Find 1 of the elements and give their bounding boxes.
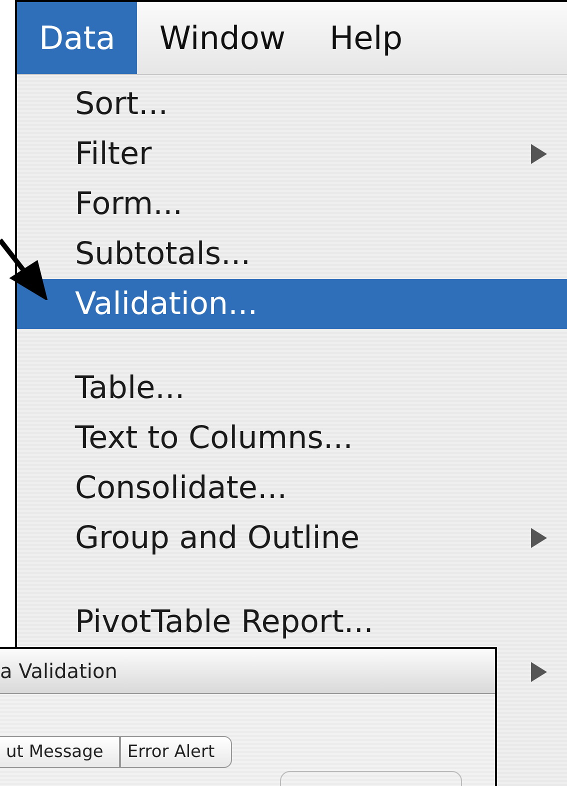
dialog-title: a Validation xyxy=(0,649,495,694)
